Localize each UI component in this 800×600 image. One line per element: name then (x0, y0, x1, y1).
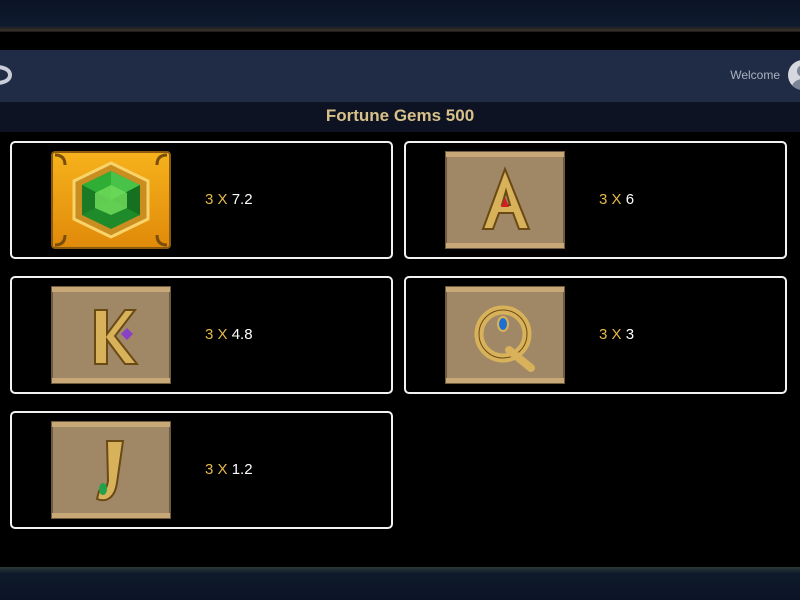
paytable-card-a: 3 X 6 (404, 141, 787, 259)
payout-text: 3 X 6 (599, 191, 635, 208)
letter-j-icon (51, 421, 171, 519)
payout-text: 3 X 1.2 (205, 461, 253, 478)
paytable-card-j: 3 X 1.2 (10, 411, 393, 529)
letter-a-icon (445, 151, 565, 249)
paytable-card-gem: 3 X 7.2 (10, 141, 393, 259)
paytable-card-k: 3 X 4.8 (10, 276, 393, 394)
letter-q-icon (445, 286, 565, 384)
top-spacer (0, 32, 800, 50)
payout-text: 3 X 7.2 (205, 191, 253, 208)
bottom-decor-band (0, 567, 800, 600)
letter-k-icon (51, 286, 171, 384)
back-icon[interactable] (0, 64, 14, 86)
green-gem-icon (51, 151, 171, 249)
avatar-icon[interactable] (788, 60, 800, 90)
payout-text: 3 X 3 (599, 326, 635, 343)
top-decor-band (0, 0, 800, 32)
paytable-card-q: 3 X 3 (404, 276, 787, 394)
welcome-label: Welcome (730, 68, 780, 82)
page-title: Fortune Gems 500 (0, 102, 800, 132)
payout-text: 3 X 4.8 (205, 326, 253, 343)
app-header: Welcome (0, 50, 800, 102)
